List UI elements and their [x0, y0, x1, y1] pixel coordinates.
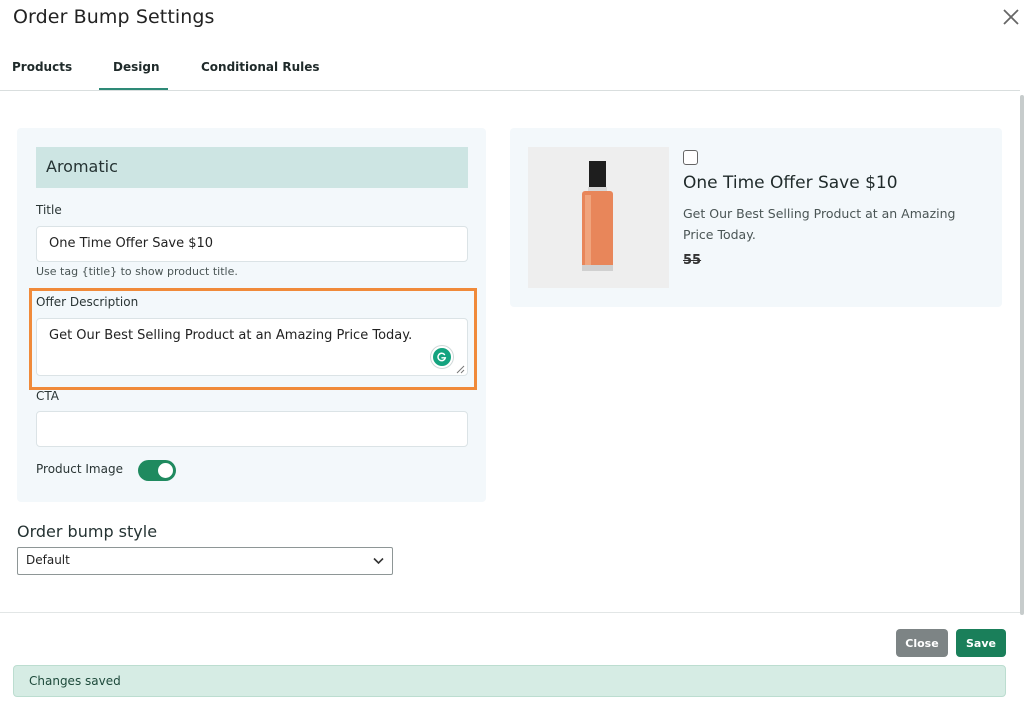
- cta-label: CTA: [36, 389, 59, 403]
- section-header: Aromatic: [36, 147, 468, 188]
- perfume-bottle-image: [528, 147, 669, 288]
- tab-conditional-rules[interactable]: Conditional Rules: [201, 60, 320, 74]
- title-label: Title: [36, 203, 62, 217]
- tab-products[interactable]: Products: [12, 60, 72, 74]
- toggle-knob: [158, 463, 173, 478]
- page-title: Order Bump Settings: [13, 6, 215, 28]
- tab-bar: Products Design Conditional Rules: [0, 48, 1020, 91]
- resize-grip-icon[interactable]: [456, 365, 465, 374]
- select-value: Default: [26, 553, 70, 567]
- tab-design[interactable]: Design: [113, 60, 160, 74]
- order-bump-style-label: Order bump style: [17, 522, 158, 541]
- product-image-toggle[interactable]: [138, 460, 176, 481]
- order-bump-preview: One Time Offer Save $10 Get Our Best Sel…: [510, 128, 1002, 307]
- changes-saved-toast: Changes saved: [13, 665, 1006, 697]
- close-icon[interactable]: [1000, 6, 1022, 28]
- grammarly-icon[interactable]: [431, 346, 453, 368]
- close-button[interactable]: Close: [896, 629, 948, 657]
- title-hint: Use tag {title} to show product title.: [36, 265, 238, 278]
- offer-description-textarea[interactable]: Get Our Best Selling Product at an Amazi…: [36, 318, 468, 376]
- preview-price: 55: [683, 253, 702, 268]
- cta-input[interactable]: [36, 411, 468, 447]
- scrollbar[interactable]: [1020, 95, 1024, 615]
- footer-divider: [0, 612, 1020, 613]
- product-image-label: Product Image: [36, 462, 123, 476]
- active-tab-indicator: [99, 88, 168, 90]
- title-input[interactable]: One Time Offer Save $10: [36, 226, 468, 262]
- chevron-down-icon: [373, 557, 384, 565]
- order-bump-style-select[interactable]: Default: [17, 547, 393, 575]
- toast-message: Changes saved: [29, 674, 121, 688]
- section-title: Aromatic: [46, 157, 118, 176]
- offer-description-label: Offer Description: [36, 295, 139, 309]
- save-button[interactable]: Save: [956, 629, 1006, 657]
- preview-checkbox[interactable]: [683, 150, 698, 165]
- design-form-panel: Aromatic Title One Time Offer Save $10 U…: [17, 128, 486, 502]
- preview-description: Get Our Best Selling Product at an Amazi…: [683, 206, 956, 242]
- preview-title: One Time Offer Save $10: [683, 173, 898, 193]
